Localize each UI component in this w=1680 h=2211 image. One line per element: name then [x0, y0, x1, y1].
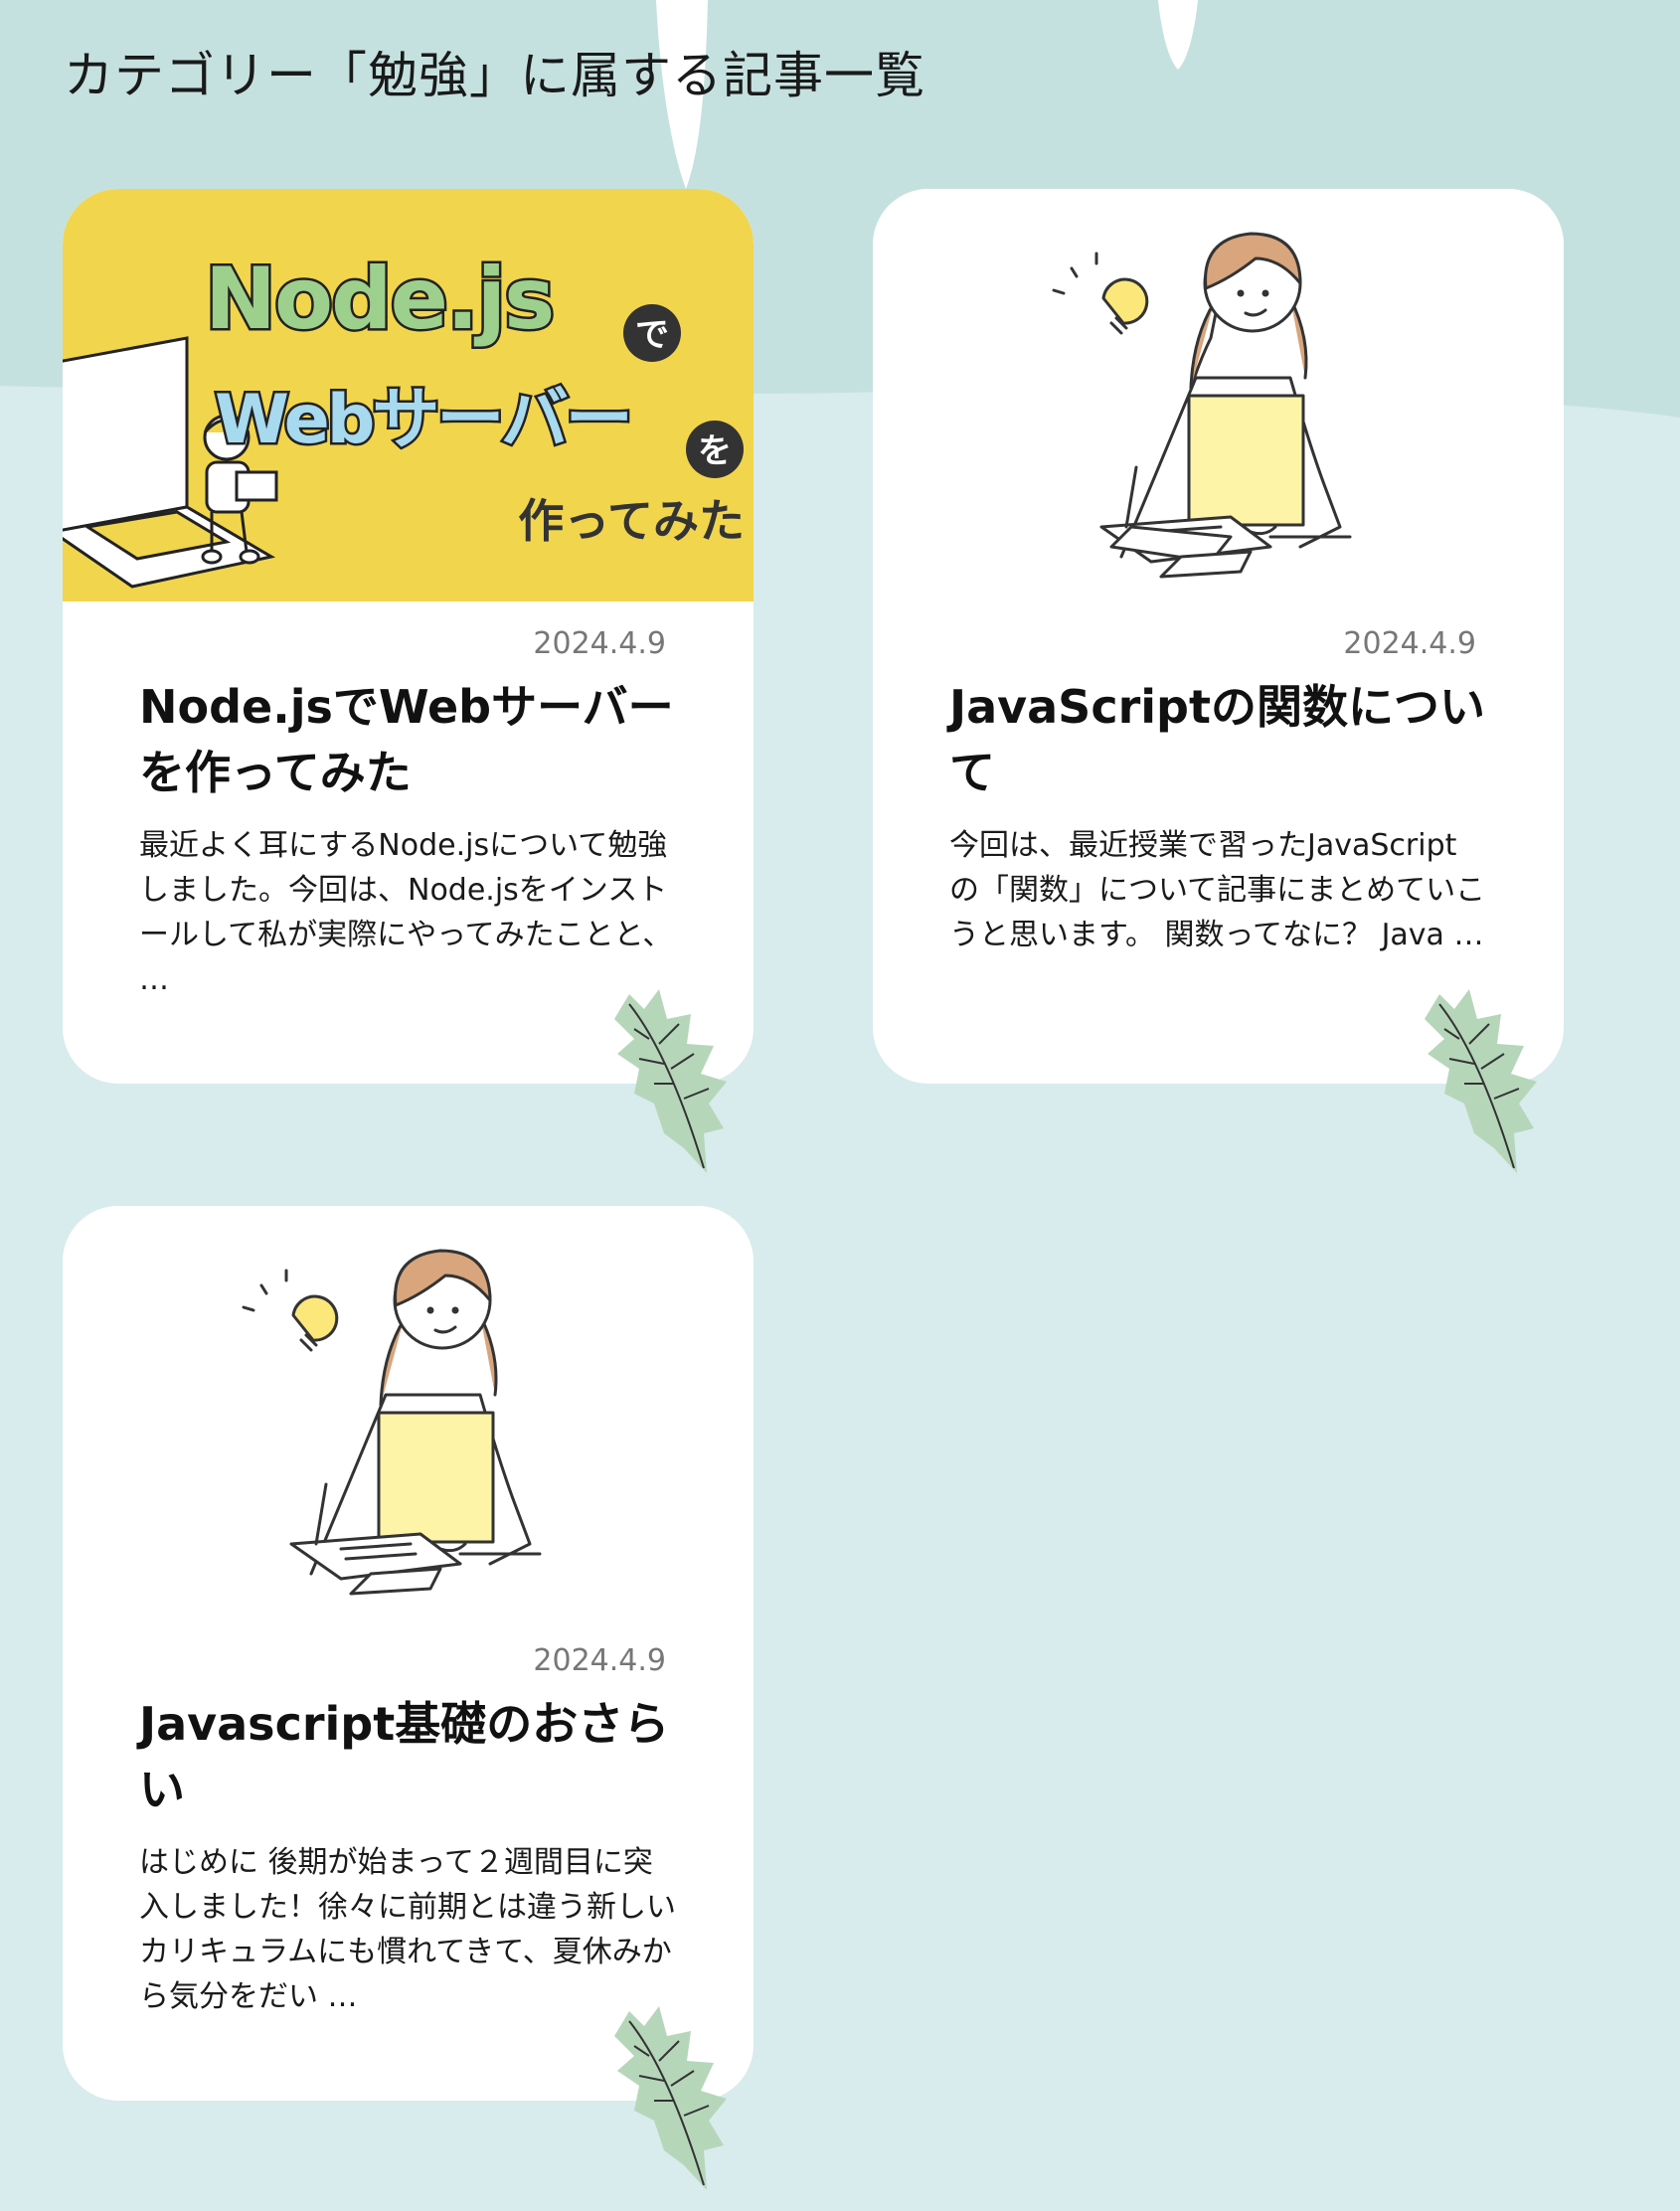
- article-date: 2024.4.9: [533, 626, 666, 661]
- article-date: 2024.4.9: [1343, 626, 1476, 661]
- studying-girl-illustration: [63, 1206, 754, 1618]
- thumb-line3: 作ってみた: [518, 494, 745, 548]
- article-thumbnail[interactable]: [63, 1206, 754, 1618]
- article-title[interactable]: JavaScriptの関数について: [949, 674, 1486, 805]
- article-title[interactable]: Node.jsでWebサーバーを作ってみた: [139, 674, 676, 805]
- thumb-line2: Webサーバー: [215, 381, 630, 459]
- page-title: カテゴリー「勉強」に属する記事一覧: [64, 47, 925, 104]
- holly-leaf-icon: [609, 2001, 749, 2200]
- article-card[interactable]: 2024.4.9 Javascript基礎のおさらい はじめに 後期が始まって２…: [63, 1206, 754, 2190]
- article-date: 2024.4.9: [533, 1643, 666, 1678]
- nodejs-webserver-thumbnail: Node.js で Webサーバー を 作ってみた: [63, 189, 754, 601]
- article-card[interactable]: Node.js で Webサーバー を 作ってみた 2024.4.9 Node.…: [63, 189, 754, 1173]
- thumb-particle1: で: [635, 315, 669, 355]
- article-card[interactable]: 2024.4.9 JavaScriptの関数について 今回は、最近授業で習ったJ…: [873, 189, 1564, 1173]
- article-title[interactable]: Javascript基礎のおさらい: [139, 1691, 676, 1822]
- holly-leaf-icon: [609, 984, 749, 1183]
- article-excerpt: はじめに 後期が始まって２週間目に突入しました！徐々に前期とは違う新しいカリキュ…: [139, 1845, 676, 2014]
- article-excerpt: 最近よく耳にするNode.jsについて勉強しました。今回は、Node.jsをイン…: [139, 828, 673, 997]
- studying-girl-illustration: [873, 189, 1564, 601]
- thumb-particle2: を: [698, 431, 732, 471]
- article-thumbnail[interactable]: Node.js で Webサーバー を 作ってみた: [63, 189, 754, 601]
- article-excerpt: 今回は、最近授業で習ったJavaScriptの「関数」について記事にまとめていこ…: [949, 828, 1486, 952]
- article-thumbnail[interactable]: [873, 189, 1564, 601]
- holly-leaf-icon: [1420, 984, 1559, 1183]
- thumb-line1: Node.js: [205, 250, 553, 349]
